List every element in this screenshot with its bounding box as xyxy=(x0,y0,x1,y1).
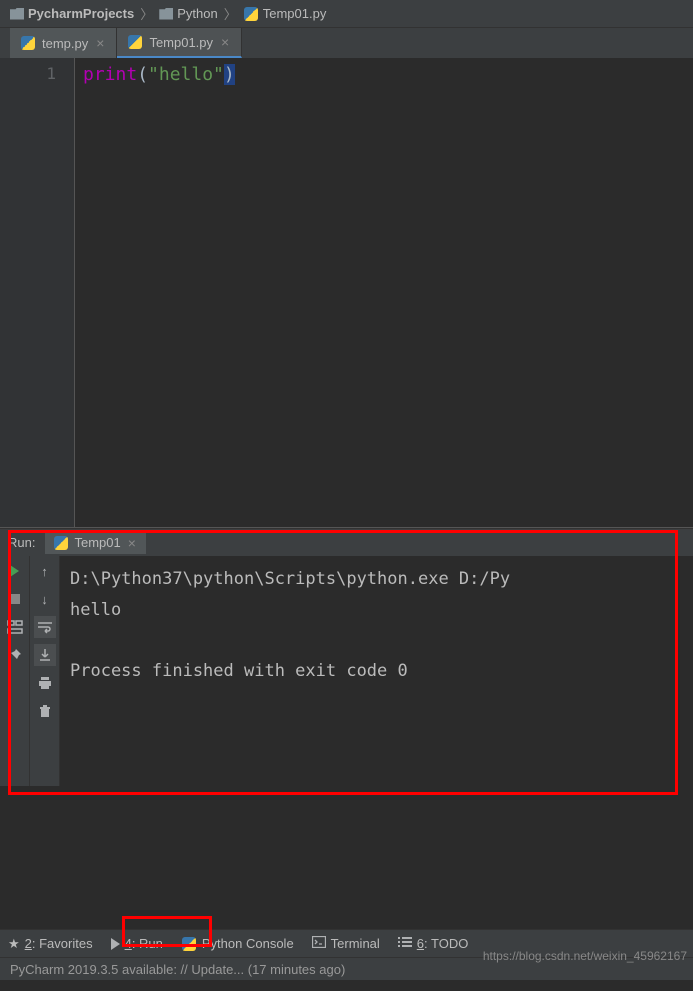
run-tab[interactable]: Temp01 × xyxy=(45,532,145,554)
code-area[interactable]: print("hello") xyxy=(75,58,693,527)
breadcrumb-root[interactable]: PycharmProjects xyxy=(6,6,138,21)
tab-label: temp.py xyxy=(42,36,88,51)
list-icon xyxy=(398,936,412,951)
layout-button[interactable] xyxy=(4,616,26,638)
terminal-button[interactable]: Terminal xyxy=(312,936,380,951)
chevron-icon: 〉 xyxy=(138,4,155,23)
scroll-to-end-button[interactable] xyxy=(34,644,56,666)
pin-button[interactable] xyxy=(4,644,26,666)
run-body: ↑ ↓ D:\Python37\python\Scripts\python.ex… xyxy=(0,556,693,786)
down-button[interactable]: ↓ xyxy=(34,588,56,610)
breadcrumb-root-label: PycharmProjects xyxy=(28,6,134,21)
line-number: 1 xyxy=(0,64,56,83)
breadcrumb: PycharmProjects 〉 Python 〉 Temp01.py xyxy=(0,0,693,28)
breadcrumb-file-label: Temp01.py xyxy=(263,6,327,21)
trash-button[interactable] xyxy=(34,700,56,722)
python-icon xyxy=(181,936,197,952)
tab-temp01-py[interactable]: Temp01.py × xyxy=(117,28,242,58)
chevron-icon: 〉 xyxy=(222,4,239,23)
run-tab-label: Temp01 xyxy=(74,535,120,550)
print-button[interactable] xyxy=(34,672,56,694)
close-icon[interactable]: × xyxy=(94,35,106,51)
terminal-icon xyxy=(312,936,326,951)
close-icon[interactable]: × xyxy=(126,535,138,551)
stop-button[interactable] xyxy=(4,588,26,610)
todo-button[interactable]: 6: TODO xyxy=(398,936,469,951)
gutter: 1 xyxy=(0,58,75,527)
editor-tabs: temp.py × Temp01.py × xyxy=(0,28,693,58)
editor[interactable]: 1 print("hello") xyxy=(0,58,693,528)
tab-label: Temp01.py xyxy=(149,35,213,50)
star-icon: ★ xyxy=(8,936,20,952)
run-button[interactable]: 4: Run xyxy=(111,936,163,951)
breadcrumb-file[interactable]: Temp01.py xyxy=(239,6,331,22)
watermark: https://blog.csdn.net/weixin_45962167 xyxy=(483,949,687,963)
console-output[interactable]: D:\Python37\python\Scripts\python.exe D:… xyxy=(60,556,693,786)
run-tool-window: Run: Temp01 × ↑ ↓ xyxy=(0,528,693,786)
python-file-icon xyxy=(53,535,69,551)
python-file-icon xyxy=(127,34,143,50)
status-text[interactable]: PyCharm 2019.3.5 available: // Update...… xyxy=(10,962,345,977)
folder-icon xyxy=(10,8,24,20)
close-icon[interactable]: × xyxy=(219,34,231,50)
favorites-button[interactable]: ★ 2: Favorites xyxy=(8,936,93,952)
wrap-button[interactable] xyxy=(34,616,56,638)
play-icon xyxy=(111,938,120,950)
up-button[interactable]: ↑ xyxy=(34,560,56,582)
breadcrumb-folder[interactable]: Python xyxy=(155,6,221,21)
python-file-icon xyxy=(20,35,36,51)
tab-temp-py[interactable]: temp.py × xyxy=(10,28,117,58)
run-toolbar-left xyxy=(0,556,30,786)
run-header-label: Run: xyxy=(8,535,35,550)
rerun-button[interactable] xyxy=(4,560,26,582)
python-file-icon xyxy=(243,6,259,22)
python-console-button[interactable]: Python Console xyxy=(181,936,294,952)
run-header: Run: Temp01 × xyxy=(0,528,693,556)
run-toolbar-right: ↑ ↓ xyxy=(30,556,60,786)
folder-icon xyxy=(159,8,173,20)
breadcrumb-folder-label: Python xyxy=(177,6,217,21)
